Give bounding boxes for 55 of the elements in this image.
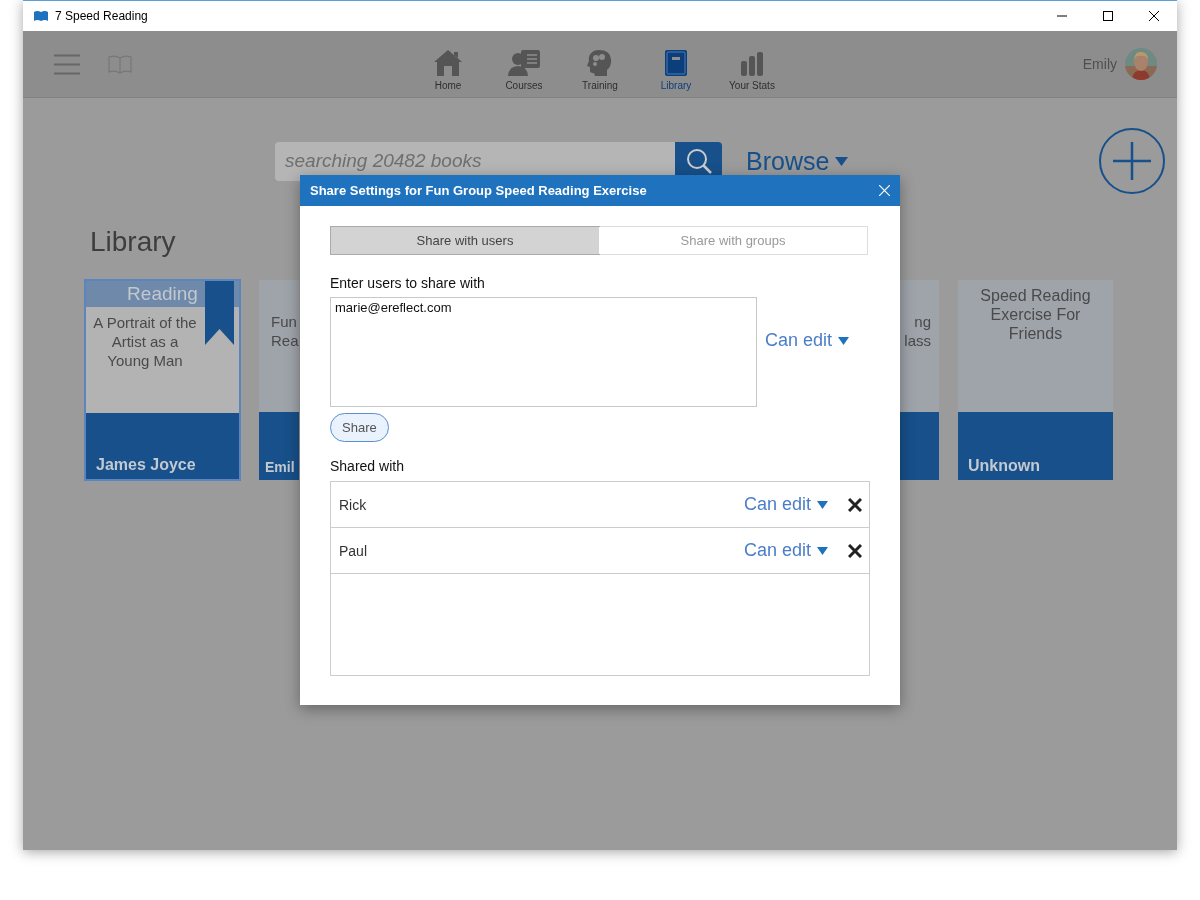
share-tab[interactable]: Share with users xyxy=(330,226,600,255)
minimize-icon xyxy=(1057,15,1067,17)
permission-dropdown[interactable]: Can edit xyxy=(765,330,850,351)
caret-icon xyxy=(838,336,850,345)
nav-tab[interactable]: Courses xyxy=(486,31,562,97)
book-title-fragment: Rea xyxy=(271,331,299,350)
book-title-fragment: Fun xyxy=(271,312,297,331)
book-author: Emil xyxy=(265,459,295,475)
dialog-title: Share Settings for Fun Group Speed Reading Exercise xyxy=(310,183,647,198)
book-title: A Portrait of the Artist as a Young Man xyxy=(92,313,198,370)
close-icon xyxy=(879,185,890,196)
close-icon xyxy=(1149,11,1159,21)
caret-icon xyxy=(817,546,828,555)
remove-button[interactable] xyxy=(848,543,862,558)
field-label: Enter users to share with xyxy=(330,275,485,291)
permission-dropdown[interactable]: Can edit xyxy=(743,494,828,515)
window-title: 7 Speed Reading xyxy=(55,9,148,23)
book-title-fragment: lass xyxy=(904,331,931,350)
book-title: Speed Reading Exercise For Friends xyxy=(979,286,1092,343)
x-icon xyxy=(848,497,862,512)
nav-tab[interactable]: Library xyxy=(638,31,714,97)
share-button[interactable]: Share xyxy=(330,413,389,442)
permission-dropdown[interactable]: Can edit xyxy=(743,540,828,561)
caret-icon xyxy=(817,500,828,509)
nav-tab[interactable]: Training xyxy=(562,31,638,97)
house-icon xyxy=(433,49,463,77)
page-heading: Library xyxy=(90,226,176,259)
remove-button[interactable] xyxy=(848,497,862,512)
section-label: Shared with xyxy=(330,458,404,474)
user-name: Rick xyxy=(339,496,367,513)
menu-button[interactable] xyxy=(54,53,80,75)
book-card[interactable]: Reading A Portrait of the Artist as a Young Man James Joyce xyxy=(84,279,241,481)
x-icon xyxy=(848,543,862,558)
browse-dropdown[interactable]: Browse xyxy=(746,146,849,176)
book-author: James Joyce xyxy=(96,456,196,474)
nav-tab[interactable]: Home xyxy=(410,31,486,97)
caret-icon xyxy=(835,156,849,166)
book-author: Unknown xyxy=(968,457,1040,475)
brain-gears-icon xyxy=(586,49,614,77)
user-name: Paul xyxy=(339,542,368,559)
maximize-icon xyxy=(1103,11,1113,21)
app-logo-icon xyxy=(33,10,49,22)
users-input-field[interactable]: marie@ereflect.com xyxy=(330,297,757,407)
add-button[interactable] xyxy=(1099,128,1165,194)
bookmark-ribbon-icon xyxy=(205,281,234,345)
plus-icon xyxy=(1113,142,1151,180)
user-name: Emily xyxy=(1082,56,1117,72)
book-title-fragment: ng xyxy=(914,312,931,331)
search-icon xyxy=(685,148,712,174)
nav-tab[interactable]: Your Stats xyxy=(714,31,790,97)
book-icon xyxy=(664,49,688,77)
menu-icon xyxy=(54,53,80,75)
bar-chart-icon xyxy=(740,51,764,77)
person-card-icon xyxy=(507,49,541,77)
close-button[interactable] xyxy=(879,185,890,196)
